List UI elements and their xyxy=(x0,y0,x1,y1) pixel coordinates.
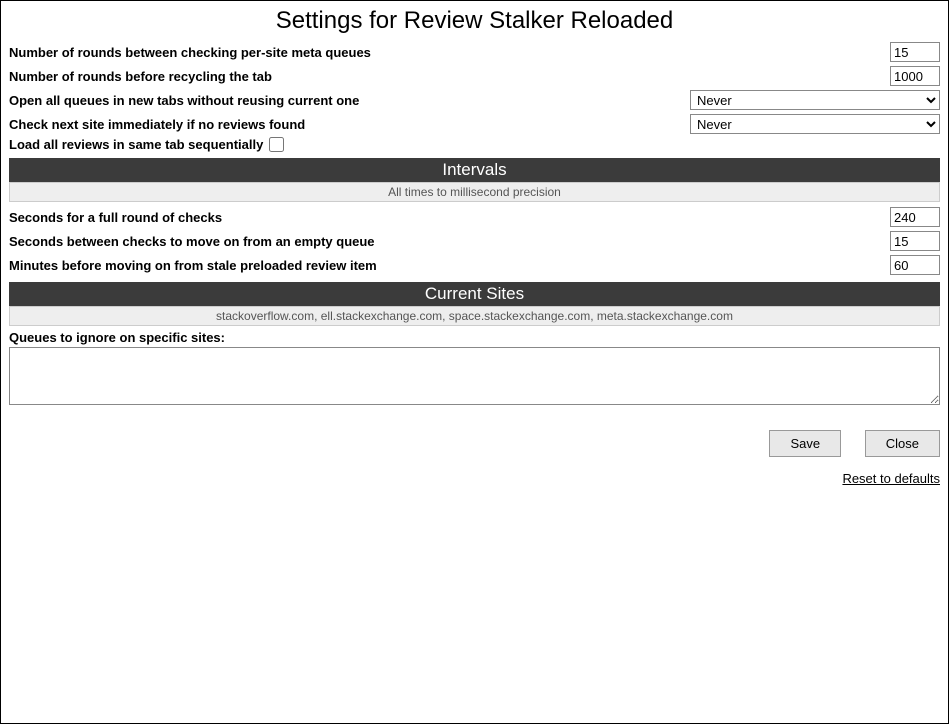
save-button[interactable]: Save xyxy=(769,430,841,457)
input-full-round[interactable] xyxy=(890,207,940,227)
row-open-queues: Open all queues in new tabs without reus… xyxy=(9,89,940,111)
input-stale[interactable] xyxy=(890,255,940,275)
close-button[interactable]: Close xyxy=(865,430,940,457)
label-check-next: Check next site immediately if no review… xyxy=(9,117,690,132)
row-stale: Minutes before moving on from stale prel… xyxy=(9,254,940,276)
settings-panel: Settings for Review Stalker Reloaded Num… xyxy=(0,0,949,724)
sites-header: Current Sites xyxy=(9,282,940,306)
input-empty-queue[interactable] xyxy=(890,231,940,251)
textarea-ignore-queues[interactable] xyxy=(9,347,940,405)
row-rounds-meta: Number of rounds between checking per-si… xyxy=(9,41,940,63)
intervals-sub: All times to millisecond precision xyxy=(9,182,940,202)
label-stale: Minutes before moving on from stale prel… xyxy=(9,258,890,273)
label-ignore-queues: Queues to ignore on specific sites: xyxy=(9,330,940,345)
label-rounds-meta: Number of rounds between checking per-si… xyxy=(9,45,890,60)
reset-link[interactable]: Reset to defaults xyxy=(842,471,940,486)
row-empty-queue: Seconds between checks to move on from a… xyxy=(9,230,940,252)
input-rounds-recycle[interactable] xyxy=(890,66,940,86)
select-check-next[interactable]: Never xyxy=(690,114,940,134)
page-title: Settings for Review Stalker Reloaded xyxy=(9,7,940,35)
label-open-queues: Open all queues in new tabs without reus… xyxy=(9,93,690,108)
sites-list: stackoverflow.com, ell.stackexchange.com… xyxy=(9,306,940,326)
intervals-header: Intervals xyxy=(9,158,940,182)
label-empty-queue: Seconds between checks to move on from a… xyxy=(9,234,890,249)
row-load-seq: Load all reviews in same tab sequentiall… xyxy=(9,137,940,152)
select-open-queues[interactable]: Never xyxy=(690,90,940,110)
label-load-seq: Load all reviews in same tab sequentiall… xyxy=(9,137,263,152)
row-rounds-recycle: Number of rounds before recycling the ta… xyxy=(9,65,940,87)
button-row: Save Close xyxy=(9,430,940,457)
label-full-round: Seconds for a full round of checks xyxy=(9,210,890,225)
row-check-next: Check next site immediately if no review… xyxy=(9,113,940,135)
input-rounds-meta[interactable] xyxy=(890,42,940,62)
label-rounds-recycle: Number of rounds before recycling the ta… xyxy=(9,69,890,84)
row-full-round: Seconds for a full round of checks xyxy=(9,206,940,228)
reset-row: Reset to defaults xyxy=(9,471,940,486)
checkbox-load-seq[interactable] xyxy=(269,137,284,152)
